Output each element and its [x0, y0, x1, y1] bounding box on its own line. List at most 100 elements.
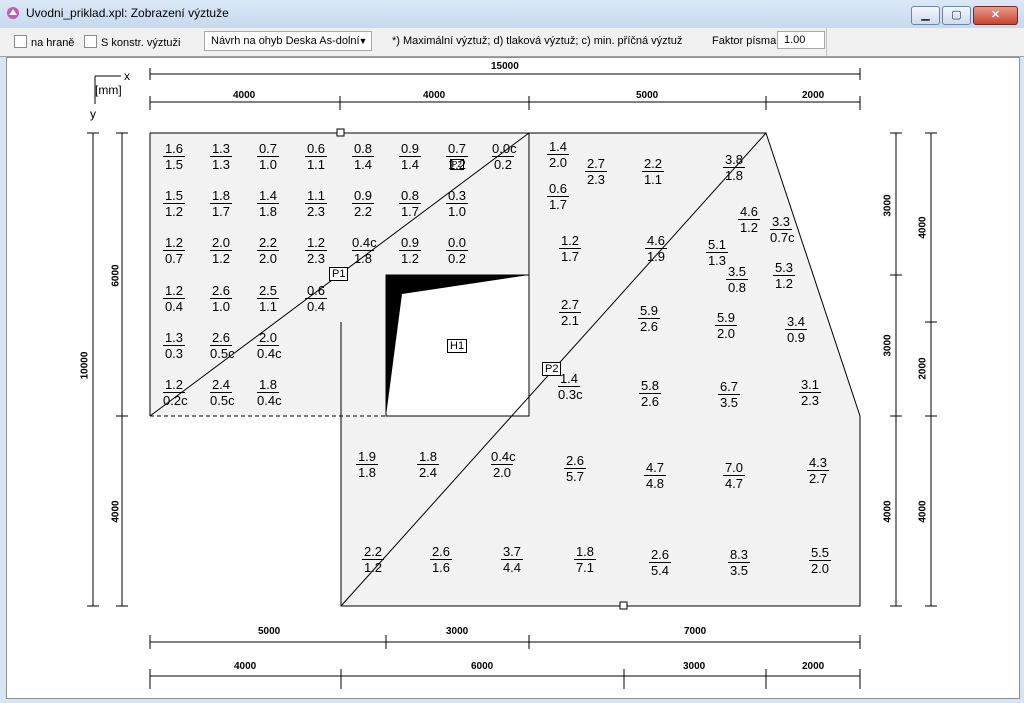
value-top: 2.0	[257, 330, 279, 346]
value-top: 2.6	[564, 453, 586, 469]
value-bottom: 0.4c	[257, 346, 282, 361]
value-bottom: 1.2	[211, 251, 231, 266]
node-bottom[interactable]	[619, 601, 628, 610]
value-bottom: 0.2	[447, 251, 467, 266]
reinforcement-value: 0.4c 2.0	[491, 450, 516, 479]
value-top: 5.3	[773, 260, 795, 276]
reinforcement-value: 3.4 0.9	[785, 315, 807, 344]
value-top: 1.5	[163, 188, 185, 204]
reinforcement-value: 0.8 1.7	[399, 189, 421, 218]
value-bottom: 1.1	[306, 157, 326, 172]
reinforcement-value: 1.2 0.4	[163, 284, 185, 313]
dim-top-3: 5000	[636, 90, 659, 101]
dim-right2-3: 4000	[917, 500, 929, 523]
reinforcement-value: 5.5 2.0	[809, 546, 831, 575]
value-bottom: 4.7	[724, 476, 744, 491]
reinforcement-value: 1.9 1.8	[356, 450, 378, 479]
value-top: 0.7	[257, 141, 279, 157]
s-konstr-checkbox[interactable]: S konstr. výztuži	[84, 35, 180, 49]
value-bottom: 1.6	[431, 560, 451, 575]
drawing-canvas[interactable]: x y [mm] 15000 4000 4000 5000 2000 5000 …	[6, 57, 1020, 699]
value-top: 0.9	[352, 188, 374, 204]
toolbar-separator	[826, 28, 827, 56]
reinforcement-value: 1.2 0.2c	[163, 377, 188, 407]
na-hrane-checkbox[interactable]: na hraně	[14, 35, 74, 49]
dim-right1-3: 4000	[882, 500, 894, 523]
value-top: 1.8	[257, 377, 279, 393]
value-bottom: 4.8	[645, 476, 665, 491]
value-top: 2.6	[649, 547, 671, 563]
value-bottom: 0.2	[493, 157, 513, 172]
value-top: 8.3	[728, 547, 750, 563]
value-bottom: 3.5	[729, 563, 749, 578]
value-bottom: 2.4	[418, 465, 438, 480]
value-bottom: 7.1	[575, 560, 595, 575]
checkbox-box[interactable]	[84, 35, 97, 48]
maximize-button[interactable]: ▢	[942, 6, 971, 25]
reinforcement-value: 2.6 5.4	[649, 548, 671, 577]
value-bottom: 2.3	[306, 251, 326, 266]
value-top: 0.4c	[352, 235, 377, 251]
value-top: 1.4	[257, 188, 279, 204]
value-bottom: 2.6	[639, 319, 659, 334]
value-bottom: 0.9	[786, 330, 806, 345]
dim-top-total: 15000	[491, 61, 519, 72]
chevron-down-icon[interactable]: ▼	[355, 32, 371, 50]
value-top: 5.5	[809, 545, 831, 561]
value-bottom: 1.4	[353, 157, 373, 172]
value-bottom: 3.5	[719, 395, 739, 410]
reinforcement-value: 2.2 1.2	[362, 545, 384, 574]
design-select[interactable]: Návrh na ohyb Deska As-dolní ▼	[204, 31, 372, 51]
value-bottom: 2.3	[800, 393, 820, 408]
value-top: 4.7	[644, 460, 666, 476]
node-top[interactable]	[336, 128, 345, 137]
reinforcement-value: 1.2 1.7	[559, 234, 581, 263]
minimize-button[interactable]: ▁	[911, 6, 940, 25]
value-bottom: 2.7	[808, 471, 828, 486]
s-konstr-label: S konstr. výztuži	[101, 37, 181, 49]
value-top: 1.3	[163, 330, 185, 346]
reinforcement-value: 2.6 1.6	[430, 545, 452, 574]
value-bottom: 1.7	[211, 204, 231, 219]
dim-top-1: 4000	[233, 90, 256, 101]
value-bottom: 1.2	[447, 157, 467, 172]
value-bottom: 2.0	[810, 561, 830, 576]
checkbox-box[interactable]	[14, 35, 27, 48]
value-top: 6.7	[718, 379, 740, 395]
faktor-input[interactable]: 1.00	[777, 31, 825, 49]
reinforcement-value: 2.2 1.1	[642, 157, 664, 186]
app-icon	[7, 7, 19, 19]
value-top: 2.2	[362, 544, 384, 560]
value-bottom: 1.0	[258, 157, 278, 172]
reinforcement-value: 5.1 1.3	[706, 238, 728, 267]
value-top: 0.0	[446, 235, 468, 251]
reinforcement-value: 1.5 1.2	[163, 189, 185, 218]
value-top: 3.5	[726, 264, 748, 280]
value-bottom: 1.4	[400, 157, 420, 172]
dim-left-2: 4000	[110, 500, 122, 523]
value-bottom: 0.5c	[210, 393, 235, 408]
value-top: 1.6	[163, 141, 185, 157]
value-top: 2.4	[210, 377, 232, 393]
window-title: Uvodni_priklad.xpl: Zobrazení výztuže	[26, 6, 229, 20]
value-bottom: 1.7	[548, 197, 568, 212]
reinforcement-value: 0.0c 0.2	[492, 142, 517, 172]
reinforcement-value: 0.8 1.4	[352, 142, 374, 171]
reinforcement-value: 1.8 0.4c	[257, 377, 282, 407]
reinforcement-value: 3.5 0.8	[726, 265, 748, 294]
value-top: 1.4	[547, 139, 569, 155]
label-h1[interactable]: H1	[447, 339, 468, 353]
value-top: 0.3	[446, 188, 468, 204]
close-button[interactable]: ✕	[973, 6, 1018, 25]
reinforcement-value: 1.4 0.3c	[558, 372, 583, 401]
value-top: 1.2	[163, 377, 185, 393]
value-top: 0.9	[399, 141, 421, 157]
value-top: 5.8	[639, 378, 661, 394]
reinforcement-value: 1.4 1.8	[257, 189, 279, 218]
value-bottom: 0.7c	[770, 230, 795, 245]
reinforcement-value: 1.8 1.7	[210, 189, 232, 218]
reinforcement-value: 1.2 0.7	[163, 236, 185, 265]
value-bottom: 0.4	[306, 299, 326, 314]
label-p1[interactable]: P1	[329, 267, 349, 281]
value-top: 2.5	[257, 283, 279, 299]
